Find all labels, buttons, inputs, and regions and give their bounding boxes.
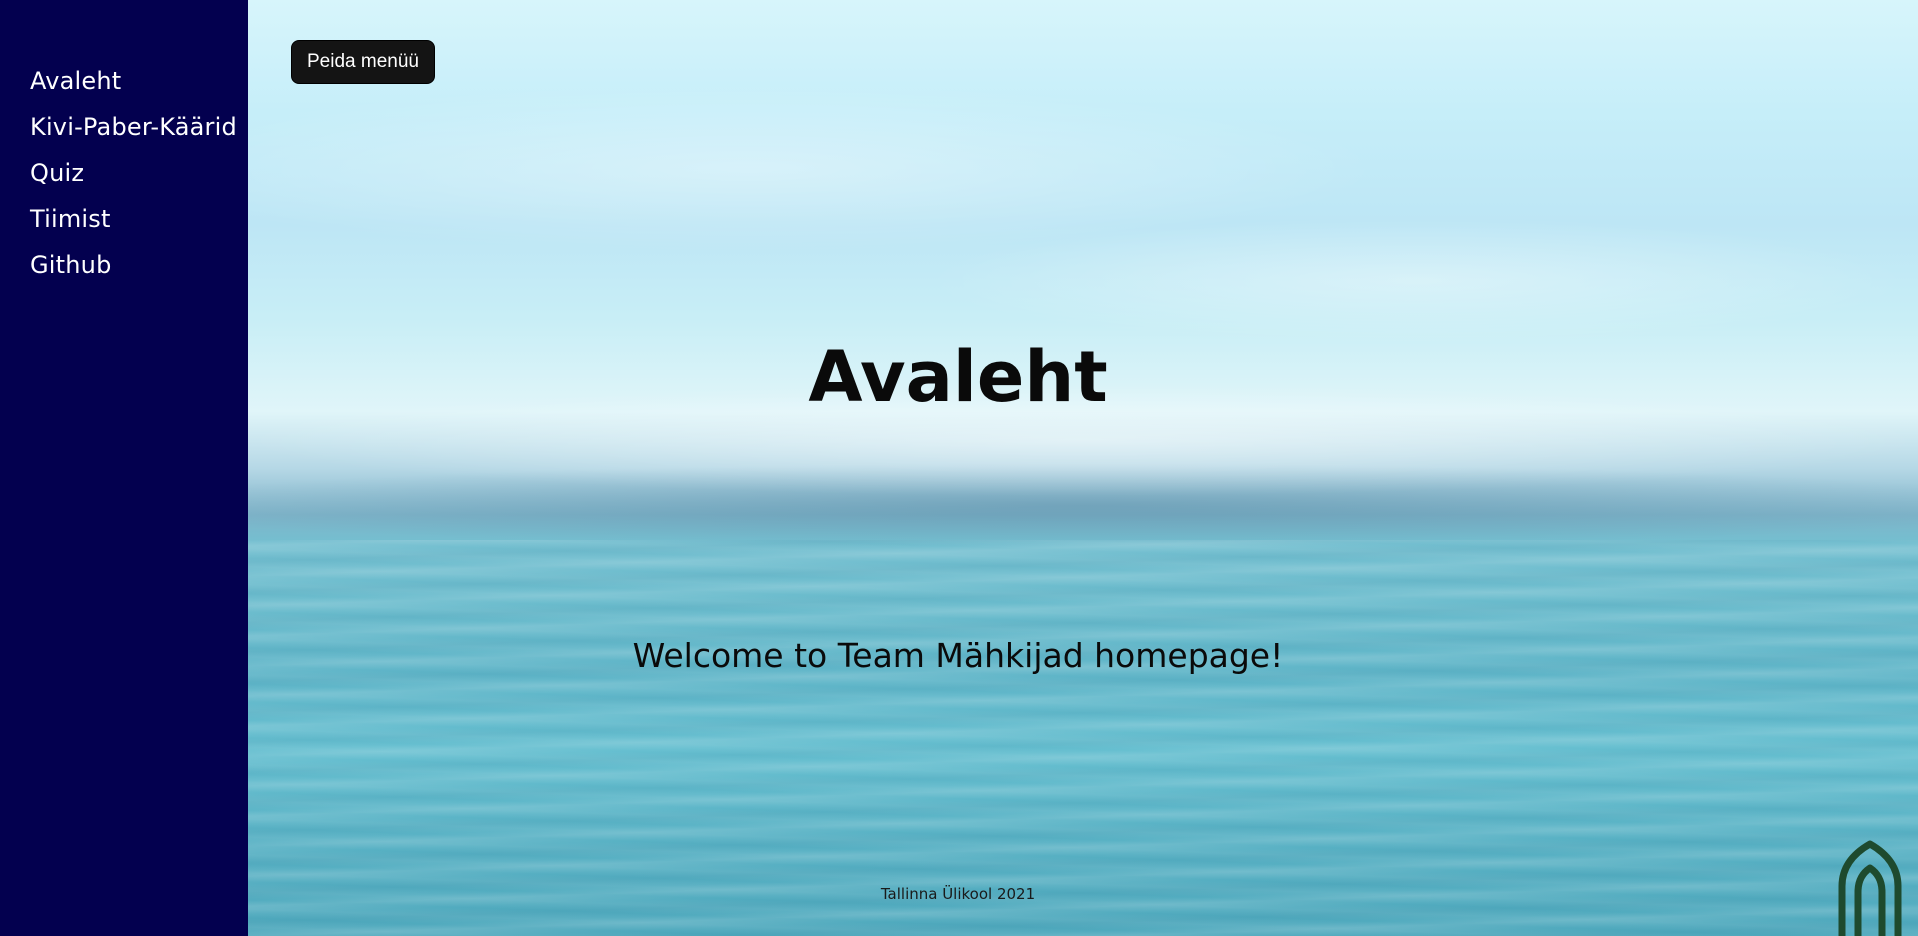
sidebar-item-tiimist[interactable]: Tiimist (0, 196, 248, 242)
sidebar-item-github[interactable]: Github (0, 242, 248, 288)
page-title: Avaleht (808, 336, 1108, 418)
hide-menu-button[interactable]: Peida menüü (291, 40, 435, 84)
sidebar-item-quiz[interactable]: Quiz (0, 150, 248, 196)
page: Avaleht Kivi-Paber-Käärid Quiz Tiimist G… (0, 0, 1918, 936)
sidebar-nav: Avaleht Kivi-Paber-Käärid Quiz Tiimist G… (0, 0, 248, 288)
main-content: Peida menüü Avaleht Welcome to Team Mähk… (248, 0, 1918, 936)
university-arch-logo-icon (1838, 840, 1902, 936)
sidebar-item-kivi-paber-kaarid[interactable]: Kivi-Paber-Käärid (0, 104, 248, 150)
sea-background (248, 540, 1918, 936)
footer-text: Tallinna Ülikool 2021 (880, 885, 1036, 903)
sidebar-item-avaleht[interactable]: Avaleht (0, 58, 248, 104)
sidebar: Avaleht Kivi-Paber-Käärid Quiz Tiimist G… (0, 0, 248, 936)
welcome-text: Welcome to Team Mähkijad homepage! (632, 636, 1284, 675)
